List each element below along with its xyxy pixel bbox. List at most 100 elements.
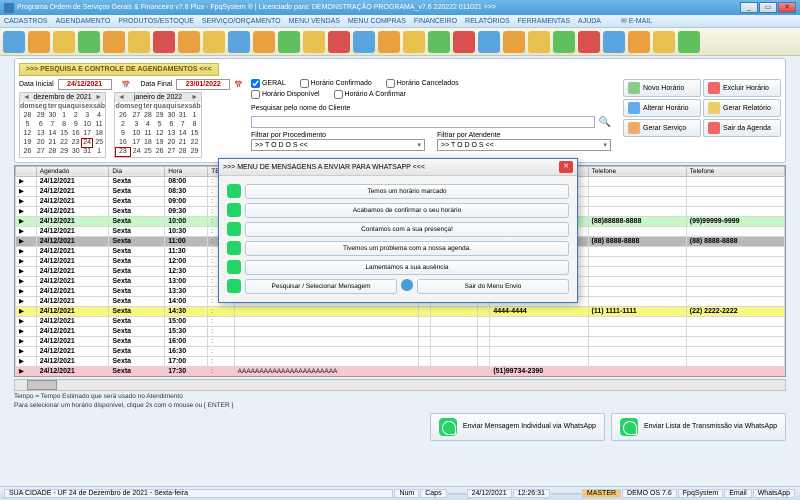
toolbar <box>0 28 800 56</box>
pesquisar-msg-button[interactable]: Pesquisar / Selecionar Mensagem <box>245 279 397 294</box>
tool-16[interactable] <box>377 30 401 54</box>
hint-select: Para selecionar um horário disponível, c… <box>14 402 786 409</box>
close-button[interactable]: ✕ <box>778 2 796 13</box>
tool-21[interactable] <box>502 30 526 54</box>
tool-28[interactable] <box>677 30 701 54</box>
app-icon <box>4 3 14 13</box>
whatsapp-icon <box>227 222 241 236</box>
calendar-2[interactable]: ◄janeiro de 2022► domsegterquaquisexsáb2… <box>114 92 202 158</box>
menu-relatorios[interactable]: RELATÓRIOS <box>465 18 510 25</box>
enviar-individual-button[interactable]: Enviar Mensagem Individual via WhatsApp <box>430 413 605 441</box>
data-final-field[interactable]: 23/01/2022 <box>176 79 230 90</box>
tool-3[interactable] <box>52 30 76 54</box>
window-title: Programa Ordem de Serviços Gerais & Fina… <box>17 4 739 11</box>
menu-ferramentas[interactable]: FERRAMENTAS <box>518 18 570 25</box>
tool-24[interactable] <box>577 30 601 54</box>
alterar-horario-button[interactable]: Alterar Horário <box>623 99 701 117</box>
chk-disponivel[interactable]: Horário Disponível <box>251 90 320 99</box>
menu-compras[interactable]: MENU COMPRAS <box>348 18 406 25</box>
tool-6[interactable] <box>127 30 151 54</box>
tool-20[interactable] <box>477 30 501 54</box>
cal-next-icon[interactable]: ► <box>189 94 200 101</box>
tool-17[interactable] <box>402 30 426 54</box>
search-icon[interactable]: 🔍 <box>599 117 611 128</box>
tool-8[interactable] <box>177 30 201 54</box>
filt-proc-label: Filtrar por Procedimento <box>251 132 425 139</box>
tool-19[interactable] <box>452 30 476 54</box>
status-email[interactable]: Email <box>724 489 752 498</box>
gerar-relatorio-button[interactable]: Gerar Relatório <box>703 99 781 117</box>
tool-12[interactable] <box>277 30 301 54</box>
filter-panel: >>> PESQUISA E CONTROLE DE AGENDAMENTOS … <box>14 58 786 163</box>
chk-cancelados[interactable]: Horário Cancelados <box>386 79 459 88</box>
cal-icon[interactable]: 📅 <box>122 81 131 89</box>
tool-15[interactable] <box>352 30 376 54</box>
data-inicial-field[interactable]: 24/12/2021 <box>58 79 112 90</box>
tool-5[interactable] <box>102 30 126 54</box>
tool-27[interactable] <box>652 30 676 54</box>
tool-25[interactable] <box>602 30 626 54</box>
tool-2[interactable] <box>27 30 51 54</box>
chk-aconfirmar[interactable]: Horário A Confirmar <box>334 90 406 99</box>
tool-23[interactable] <box>552 30 576 54</box>
menu-agendamento[interactable]: AGENDAMENTO <box>56 18 111 25</box>
maximize-button[interactable]: ▭ <box>759 2 777 13</box>
menu-financeiro[interactable]: FINANCEIRO <box>414 18 457 25</box>
statusbar: SUA CIDADE - UF 24 de Dezembro de 2021 -… <box>0 486 800 500</box>
chevron-down-icon: ▾ <box>417 141 421 149</box>
whatsapp-icon <box>227 279 241 293</box>
tool-7[interactable] <box>152 30 176 54</box>
status-city: SUA CIDADE - UF 24 de Dezembro de 2021 -… <box>4 489 393 498</box>
tool-22[interactable] <box>527 30 551 54</box>
calendar-1[interactable]: ◄dezembro de 2021► domsegterquaquisexsáb… <box>19 92 106 158</box>
novo-horario-button[interactable]: Novo Horário <box>623 79 701 97</box>
titlebar: Programa Ordem de Serviços Gerais & Fina… <box>0 0 800 15</box>
dialog-close-button[interactable]: ✕ <box>559 161 573 173</box>
enviar-lista-button[interactable]: Enviar Lista de Transmissão via WhatsApp <box>611 413 786 441</box>
menu-servico[interactable]: SERVIÇO/ORÇAMENTO <box>202 18 281 25</box>
cal-prev-icon[interactable]: ◄ <box>21 94 32 101</box>
status-time: 12:26:31 <box>513 489 550 498</box>
horizontal-scrollbar[interactable] <box>14 379 786 391</box>
excluir-horario-button[interactable]: Excluir Horário <box>703 79 781 97</box>
combo-procedimento[interactable]: >> T O D O S <<▾ <box>251 139 425 151</box>
menu-ajuda[interactable]: AJUDA <box>578 18 601 25</box>
chk-confirmado[interactable]: Horário Confirmado <box>300 79 372 88</box>
msg-horario-marcado-button[interactable]: Temos um horário marcado <box>245 184 569 199</box>
sair-menu-button[interactable]: Sair do Menu Envio <box>417 279 569 294</box>
msg-confirmar-button[interactable]: Acabamos de confirmar o seu horário <box>245 203 569 218</box>
status-master: MASTER <box>582 489 621 498</box>
cal-prev-icon[interactable]: ◄ <box>116 94 127 101</box>
chk-geral[interactable]: GERAL <box>251 79 286 88</box>
search-label: Pesquisar pelo nome do Cliente <box>251 105 611 112</box>
tool-13[interactable] <box>302 30 326 54</box>
search-input[interactable] <box>251 116 595 128</box>
data-inicial-label: Data Inicial <box>19 81 54 88</box>
tool-26[interactable] <box>627 30 651 54</box>
msg-presenca-button[interactable]: Contamos com a sua presença! <box>245 222 569 237</box>
cal2-month: janeiro de 2022 <box>134 94 182 101</box>
tool-9[interactable] <box>202 30 226 54</box>
gerar-servico-button[interactable]: Gerar Serviço <box>623 119 701 137</box>
menubar: CADASTROS AGENDAMENTO PRODUTOS/ESTOQUE S… <box>0 15 800 28</box>
tool-1[interactable] <box>2 30 26 54</box>
whatsapp-icon <box>227 241 241 255</box>
minimize-button[interactable]: _ <box>740 2 758 13</box>
menu-cadastros[interactable]: CADASTROS <box>4 18 48 25</box>
sair-agenda-button[interactable]: Sair da Agenda <box>703 119 781 137</box>
status-whatsapp[interactable]: WhatsApp <box>753 489 795 498</box>
menu-email[interactable]: E-MAIL <box>629 18 652 25</box>
cal-next-icon[interactable]: ► <box>93 94 104 101</box>
tool-18[interactable] <box>427 30 451 54</box>
combo-atendente[interactable]: >> T O D O S <<▾ <box>437 139 611 151</box>
tool-10[interactable] <box>227 30 251 54</box>
msg-ausencia-button[interactable]: Lamentamos a sua ausência <box>245 260 569 275</box>
tool-4[interactable] <box>77 30 101 54</box>
tool-11[interactable] <box>252 30 276 54</box>
cal-icon[interactable]: 📅 <box>234 81 243 89</box>
menu-vendas[interactable]: MENU VENDAS <box>289 18 340 25</box>
menu-produtos[interactable]: PRODUTOS/ESTOQUE <box>118 18 194 25</box>
tool-14[interactable] <box>327 30 351 54</box>
status-fpq[interactable]: FpqSystem <box>678 489 723 498</box>
msg-problema-button[interactable]: Tivemos um problema com a nossa agenda. <box>245 241 569 256</box>
